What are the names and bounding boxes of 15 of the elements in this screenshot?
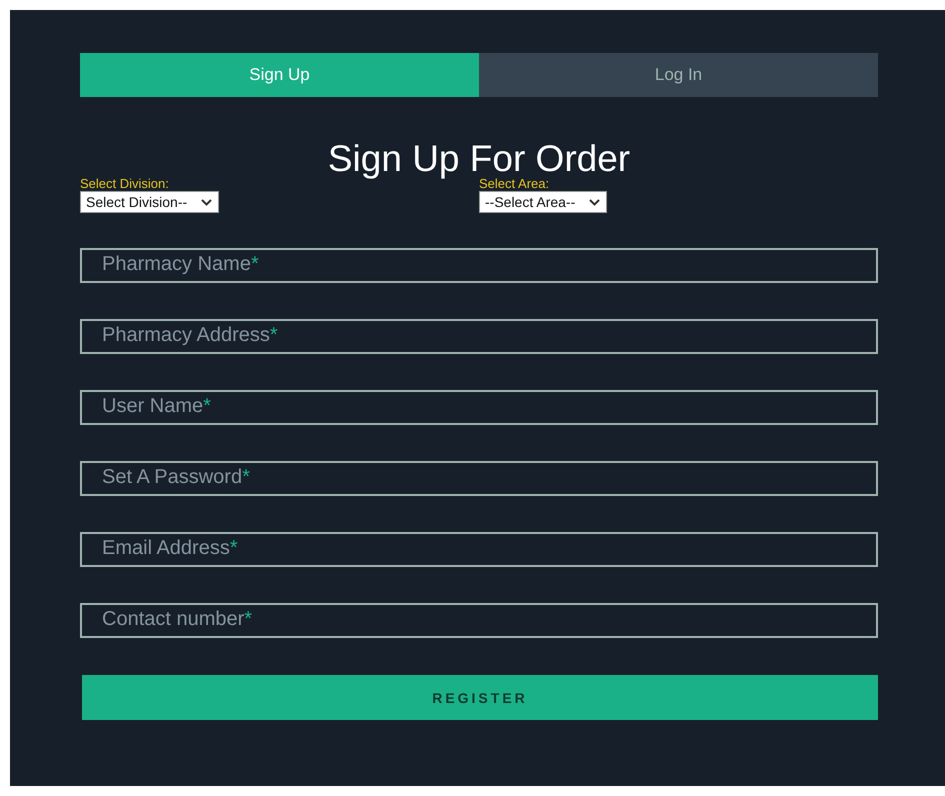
register-button[interactable]: REGISTER (82, 675, 878, 720)
input-field[interactable]: Contact number* (80, 603, 878, 638)
dropdown-select[interactable]: --Select Area-- (479, 191, 608, 213)
chevron-icon (589, 198, 600, 206)
input-field[interactable]: User Name* (80, 390, 878, 425)
input-field[interactable]: Pharmacy Address* (80, 319, 878, 354)
input-field[interactable]: Email Address* (80, 532, 878, 567)
tab[interactable]: Log In (479, 53, 878, 97)
select-label: Select Area: (479, 177, 550, 191)
input-field[interactable]: Set A Password* (80, 461, 878, 496)
input-field[interactable]: Pharmacy Name* (80, 248, 878, 283)
select-label: Select Division: (80, 177, 169, 191)
dropdown-select[interactable]: Select Division-- (80, 191, 220, 213)
chevron-icon (201, 198, 212, 206)
form-title: Sign Up For Order (328, 141, 630, 177)
